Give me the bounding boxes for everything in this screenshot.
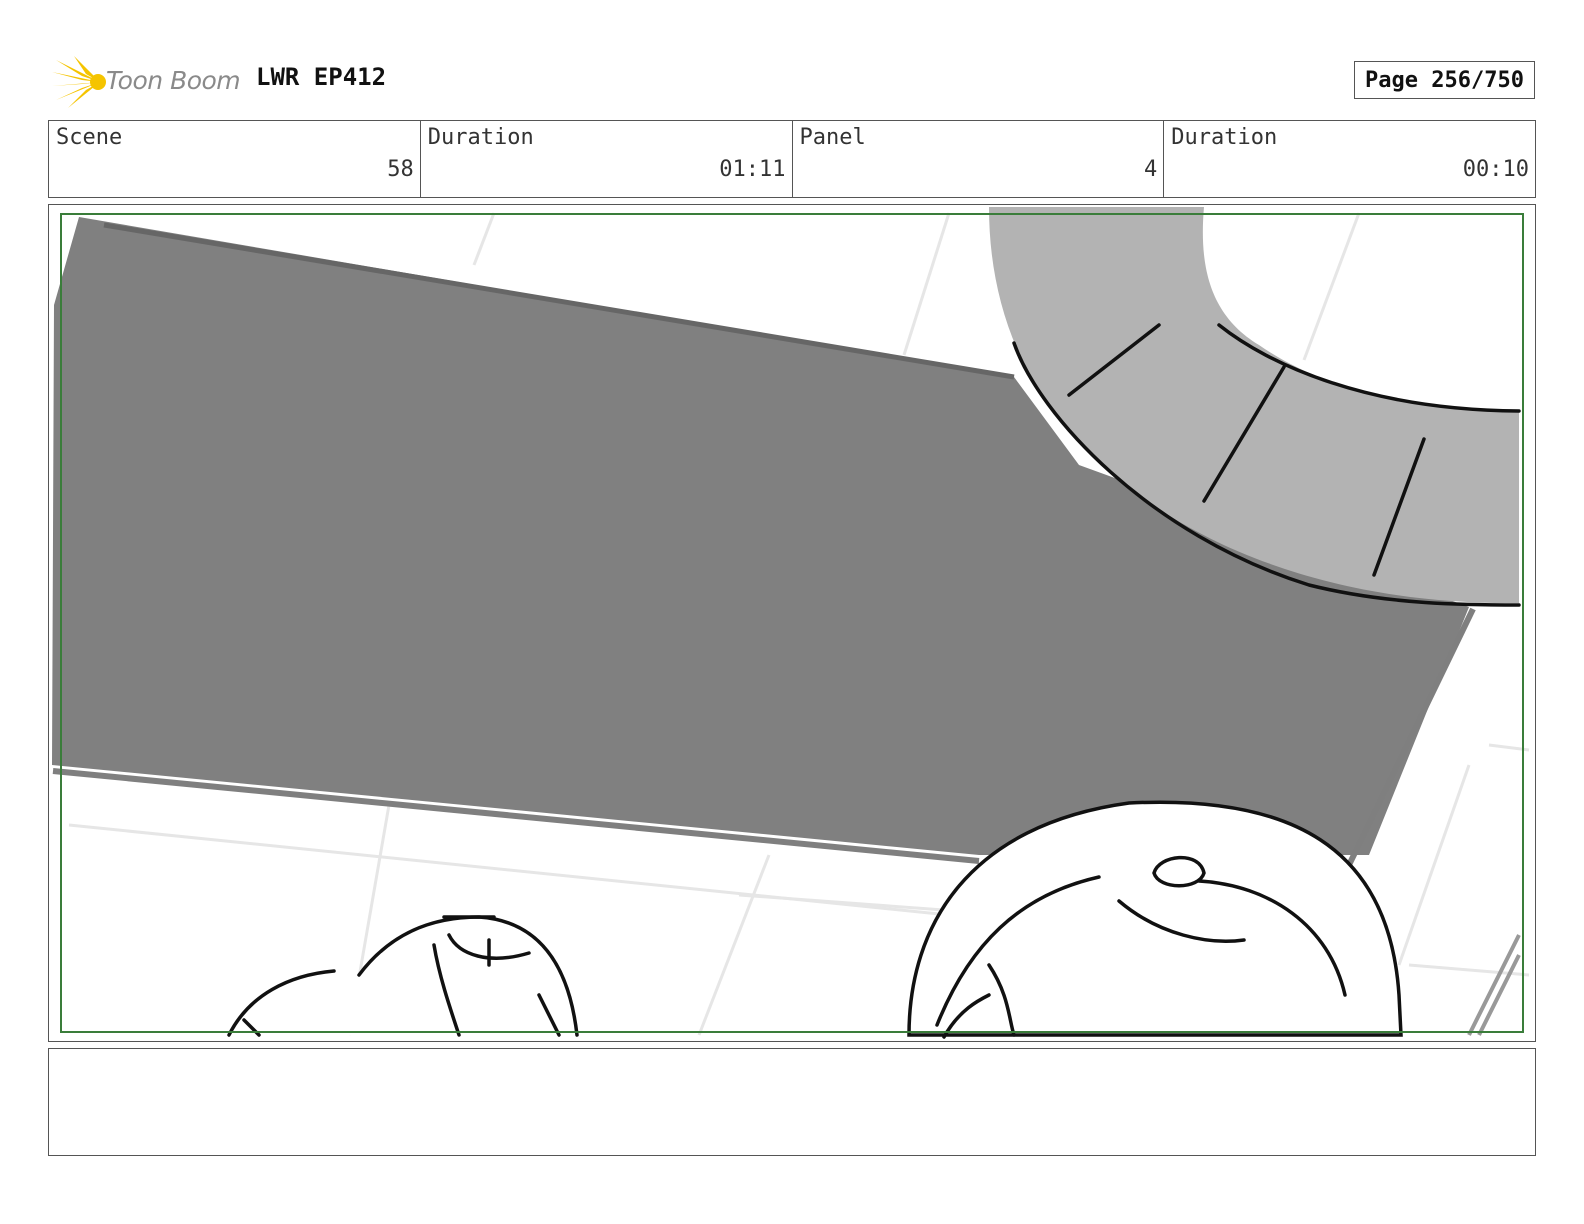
page-indicator: Page 256/750	[1354, 61, 1535, 99]
panel-info-table: Scene 58 Duration 01:11 Panel 4 Duration…	[48, 120, 1536, 198]
scene-value: 58	[387, 157, 414, 182]
scene-duration-cell: Duration 01:11	[421, 121, 793, 197]
panel-duration-cell: Duration 00:10	[1164, 121, 1535, 197]
notes-box	[48, 1048, 1536, 1156]
panel-cell: Panel 4	[793, 121, 1165, 197]
scene-cell: Scene 58	[49, 121, 421, 197]
scene-duration-value: 01:11	[719, 157, 786, 182]
safe-frame	[60, 213, 1524, 1033]
panel-duration-label: Duration	[1171, 125, 1278, 150]
logo-text: Toon Boom	[106, 66, 241, 95]
panel-label: Panel	[799, 125, 866, 150]
project-title: LWR EP412	[256, 63, 387, 91]
storyboard-panel	[48, 204, 1536, 1042]
scene-duration-label: Duration	[427, 125, 534, 150]
panel-value: 4	[1144, 157, 1158, 182]
panel-duration-value: 00:10	[1462, 157, 1529, 182]
scene-label: Scene	[56, 125, 123, 150]
